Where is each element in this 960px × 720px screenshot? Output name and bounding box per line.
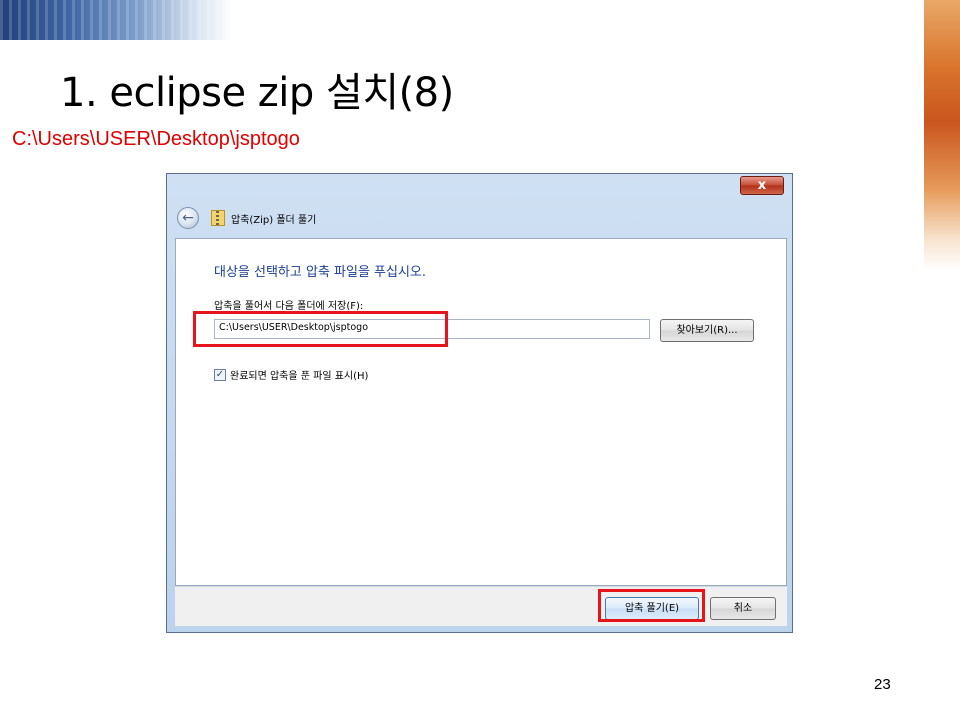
close-icon: x [757,178,767,193]
dialog-nav-title: 압축(Zip) 폴더 풀기 [231,214,317,226]
dialog-nav-bar: ← 압축(Zip) 폴더 풀기 [177,206,316,230]
close-button[interactable]: x [740,176,784,195]
show-files-checkbox[interactable]: ✓ [214,368,226,381]
dialog-content-panel: 대상을 선택하고 압축 파일을 푸십시오. 압축을 풀어서 다음 폴더에 저장(… [175,238,787,586]
cancel-button[interactable]: 취소 [710,597,776,620]
zip-folder-icon [211,210,225,226]
show-files-option[interactable]: ✓ 완료되면 압축을 푼 파일 표시(H) [214,367,368,382]
path-note: C:\Users\USER\Desktop\jsptogo [12,128,300,150]
slide-side-decoration [924,0,960,270]
back-button[interactable]: ← [177,207,199,229]
slide-corner-decoration [0,0,232,40]
show-files-label: 완료되면 압축을 푼 파일 표시(H) [230,371,369,382]
back-arrow-icon: ← [182,210,194,226]
extract-zip-dialog: x ← 압축(Zip) 폴더 풀기 대상을 선택하고 압축 파일을 푸십시오. … [166,173,793,633]
slide-title: 1. eclipse zip 설치(8) [60,70,454,116]
destination-label: 압축을 풀어서 다음 폴더에 저장(F): [214,301,364,312]
extract-highlight-box [598,589,705,622]
path-highlight-box [193,311,448,347]
dialog-heading: 대상을 선택하고 압축 파일을 푸십시오. [214,265,427,280]
checkmark-icon: ✓ [215,368,225,380]
browse-button[interactable]: 찾아보기(R)... [660,319,754,342]
page-number: 23 [874,676,891,693]
